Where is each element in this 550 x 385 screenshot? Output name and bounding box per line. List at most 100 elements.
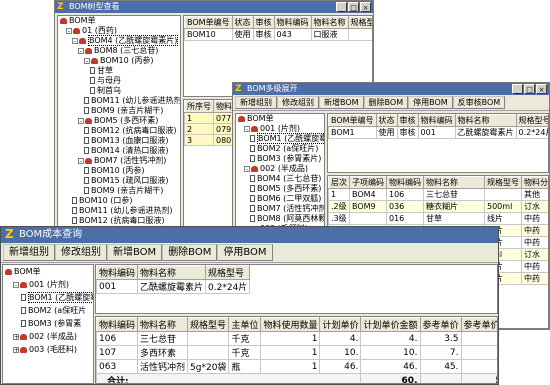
tree-node[interactable]: BOM8 (阿莫西林颗粒)	[236, 214, 324, 224]
tree-node[interactable]: BOM10 (丙参)	[58, 166, 180, 176]
tree-node[interactable]: - BOM10 (丙参)	[58, 56, 180, 66]
tree-node[interactable]: BOM单	[58, 16, 180, 26]
close-icon[interactable]: ×	[360, 2, 371, 12]
table-row[interactable]: 063活性钙冲剂5g*20袋瓶146.46.45.45.	[96, 359, 497, 374]
table-row[interactable]: .2级BOM9036糖衣糊片500ml订水瓶1	[328, 200, 548, 213]
toolbar-button[interactable]: 反审核BOM	[452, 96, 506, 109]
tree-node[interactable]: BOM9 (亲吉片糊干)	[58, 186, 180, 196]
column-header[interactable]: 参考单价金额	[460, 317, 497, 332]
tree-node[interactable]: - BOM4 (乙酰螺旋霉素片)	[58, 35, 180, 46]
toolbar-button[interactable]: 新增BOM	[107, 244, 163, 261]
tree-node[interactable]: BOM5 (多西环素)	[236, 184, 324, 194]
tree-node[interactable]: - 002 (半成品)	[236, 164, 324, 174]
column-header[interactable]: 规格型号	[187, 317, 230, 332]
collapse-icon[interactable]: -	[66, 27, 72, 34]
tree-node[interactable]: +003 (毛胚料)	[3, 343, 93, 356]
tree-node[interactable]: BOM12 (抗病毒口服液)	[58, 126, 180, 136]
column-header[interactable]: 物料编码	[417, 114, 456, 127]
column-header[interactable]: BOM单编号	[184, 16, 233, 29]
column-header[interactable]: 审核	[252, 16, 275, 29]
column-header[interactable]: 规格型号	[347, 16, 372, 29]
tree-node[interactable]: BOM15 (疏风口服液)	[58, 176, 180, 186]
collapse-icon[interactable]: -	[244, 125, 250, 132]
tree-node[interactable]: - BOM7 (活性钙冲剂)	[58, 156, 180, 166]
column-header[interactable]: 主单位	[228, 317, 262, 332]
toolbar-button[interactable]: 停用BOM	[408, 96, 453, 109]
tree-node[interactable]: BOM1 (乙酰螺旋霉素	[236, 133, 324, 144]
toolbar-button[interactable]: 新增BOM	[319, 96, 364, 109]
tree-node[interactable]: BOM1 (乙酰螺旋霉素片)	[3, 291, 93, 304]
column-header[interactable]: 计划单价	[319, 317, 362, 332]
column-header[interactable]: 参考单价	[419, 317, 462, 332]
tree-node[interactable]: 制首乌	[58, 86, 180, 96]
toolbar-button[interactable]: 修改组别	[55, 244, 107, 261]
table-row[interactable]: 001 乙酰螺旋霉素片 0.2*24片	[96, 279, 251, 294]
column-header[interactable]: 规格型号	[484, 176, 522, 189]
toolbar-button[interactable]: 修改组别	[277, 96, 319, 109]
collapse-icon[interactable]: -	[244, 165, 250, 172]
tree-node[interactable]: BOM3 (参胃素片)	[236, 154, 324, 164]
tree-node[interactable]: BOM7 (活性钙冲剂)	[236, 204, 324, 214]
tree-node[interactable]: - 001 (片剂)	[3, 278, 93, 291]
column-header[interactable]: 物料编码	[273, 16, 312, 29]
tree-node[interactable]: BOM10 (口参)	[58, 196, 180, 206]
column-header[interactable]: 所序号	[184, 100, 214, 113]
column-header[interactable]: 物料名称	[137, 265, 207, 280]
toolbar-button[interactable]: 删除BOM	[363, 96, 409, 109]
column-header[interactable]: 物料编码	[386, 176, 424, 189]
tree-node[interactable]: +002 (半成品)	[3, 330, 93, 343]
tree-node[interactable]: BOM2 (a保旺片	[3, 304, 93, 317]
tree-node[interactable]: BOM14 (清热口服液)	[58, 146, 180, 156]
expand-icon[interactable]: +	[13, 333, 19, 340]
window-title-bar[interactable]: Z BOM树型查看 _ □ ×	[55, 1, 373, 13]
tree-node[interactable]: BOM9 (亲吉片糊干)	[58, 106, 180, 116]
column-header[interactable]: 物料名称	[454, 114, 517, 127]
table-row[interactable]: BOM1使用审核001乙酰螺旋霉素片0.2*24片片剂件	[328, 126, 548, 139]
tree-node[interactable]: - BOM5 (多西环素)	[58, 116, 180, 126]
toolbar-button[interactable]: 新增组别	[235, 96, 277, 109]
column-header[interactable]: 子项编码	[349, 176, 387, 189]
tree-node[interactable]: - BOM8 (三七总苷)	[58, 46, 180, 56]
column-header[interactable]: 规格型号	[515, 114, 548, 127]
column-header[interactable]: 物料名称	[310, 16, 349, 29]
toolbar-button[interactable]: 新增组别	[3, 244, 55, 261]
maximize-icon[interactable]: □	[524, 84, 535, 94]
column-header[interactable]: 审核	[396, 114, 419, 127]
window-title-bar[interactable]: Z BOM多级展开 _ □ ×	[233, 83, 549, 95]
column-header[interactable]: 物料编码	[96, 265, 139, 280]
column-header[interactable]: 物料使用数量	[260, 317, 321, 332]
column-header[interactable]: 状态	[375, 114, 398, 127]
tree-node[interactable]: 与母丹	[58, 76, 180, 86]
toolbar-button[interactable]: 删除BOM	[162, 244, 218, 261]
tree-node[interactable]: BOM3 (参胃素	[3, 317, 93, 330]
column-header[interactable]: BOM单编号	[328, 114, 377, 127]
tree-node[interactable]: BOM11 (幼儿参谣进热剂)	[58, 96, 180, 106]
tree-node[interactable]: BOM13 (血康口服液)	[58, 136, 180, 146]
column-header[interactable]: 状态	[231, 16, 254, 29]
minimize-icon[interactable]: _	[336, 2, 347, 12]
tree-node[interactable]: BOM2 (a保旺片)	[236, 144, 324, 154]
collapse-icon[interactable]: -	[13, 281, 19, 288]
collapse-icon[interactable]: -	[84, 57, 90, 64]
collapse-icon[interactable]: -	[72, 37, 78, 44]
table-row[interactable]: 107多西环素千克110.10.7.7.	[96, 345, 497, 360]
collapse-icon[interactable]: -	[78, 117, 84, 124]
column-header[interactable]: 规格型号	[205, 265, 251, 280]
close-icon[interactable]: ×	[536, 84, 547, 94]
column-header[interactable]: 物料编码	[96, 317, 139, 332]
maximize-icon[interactable]: □	[348, 2, 359, 12]
tree-node[interactable]: BOM单	[236, 114, 324, 124]
column-header[interactable]: 物料分类	[521, 176, 548, 189]
collapse-icon[interactable]: -	[78, 47, 84, 54]
toolbar-button[interactable]: 停用BOM	[217, 244, 273, 261]
expand-icon[interactable]: +	[13, 346, 19, 353]
table-row[interactable]: BOM10使用审核043口服液200ml订水瓶1	[184, 28, 372, 41]
collapse-icon[interactable]: -	[78, 157, 84, 164]
table-row[interactable]: .3级016甘草线片中药千克2	[328, 212, 548, 225]
column-header[interactable]: 物料名称	[137, 317, 189, 332]
column-header[interactable]: 计划单价金额	[360, 317, 421, 332]
tree-node[interactable]: 甘草	[58, 66, 180, 76]
bom-tree-panel[interactable]: BOM单 - 001 (片剂) BOM1 (乙酰螺旋霉素片) BOM2 (a保旺片 BOM…	[2, 264, 94, 384]
tree-node[interactable]: BOM11 (幼儿参谣进热剂)	[58, 206, 180, 216]
column-header[interactable]: 层次	[328, 176, 350, 189]
